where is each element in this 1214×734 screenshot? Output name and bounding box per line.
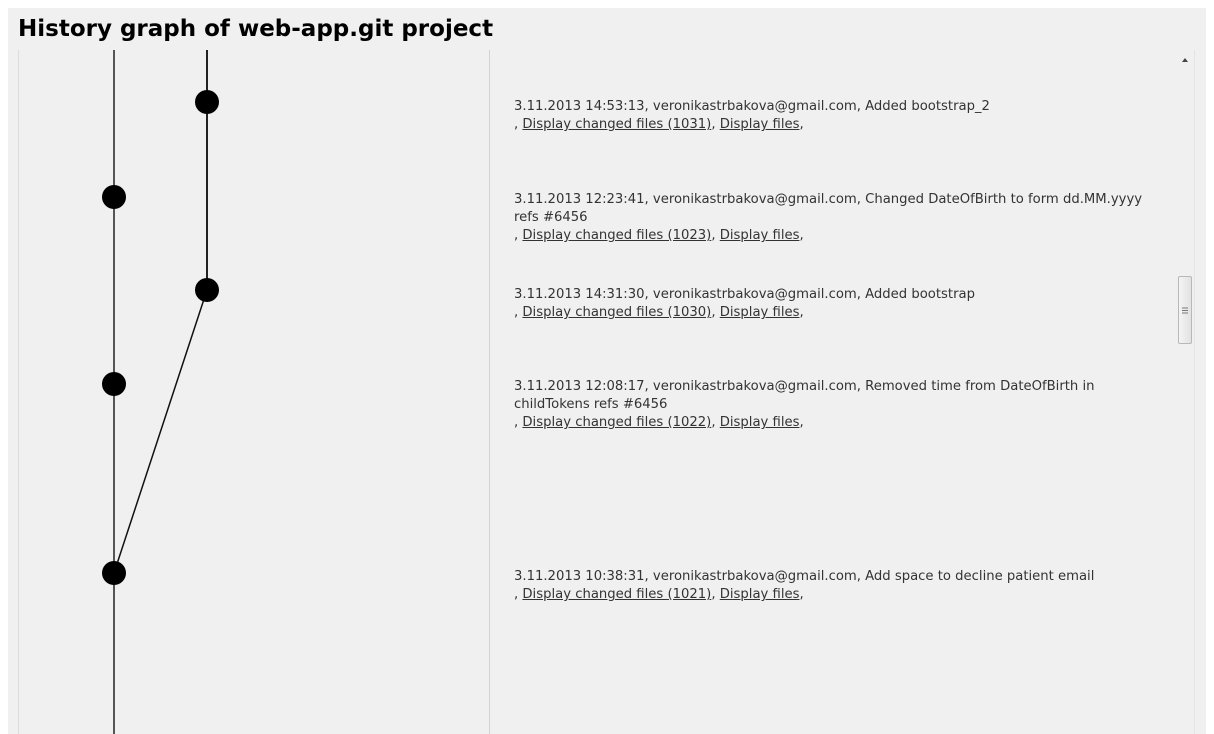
- separator: ,: [514, 415, 519, 430]
- commit-node[interactable]: [102, 561, 126, 585]
- commit-actions: , Display changed files (1030), Display …: [514, 304, 1154, 322]
- commit-node[interactable]: [102, 372, 126, 396]
- commit-info: 3.11.2013 14:31:30, veronikastrbakova@gm…: [514, 287, 975, 302]
- app-window: History graph of web-app.git project 3.1…: [0, 0, 1214, 734]
- separator: ,: [799, 228, 804, 243]
- separator: ,: [711, 415, 716, 430]
- display-changed-files-link[interactable]: Display changed files (1023): [522, 228, 711, 243]
- scroll-up-button[interactable]: [1176, 50, 1194, 70]
- commit-info: 3.11.2013 12:23:41, veronikastrbakova@gm…: [514, 192, 1143, 225]
- display-files-link[interactable]: Display files: [720, 415, 800, 430]
- page-title: History graph of web-app.git project: [18, 16, 494, 42]
- merge-line: [113, 289, 208, 574]
- commit-entry: 3.11.2013 14:31:30, veronikastrbakova@gm…: [514, 286, 1154, 322]
- commit-info: 3.11.2013 12:08:17, veronikastrbakova@gm…: [514, 379, 1095, 412]
- display-changed-files-link[interactable]: Display changed files (1030): [522, 305, 711, 320]
- separator: ,: [514, 305, 519, 320]
- separator: ,: [799, 415, 804, 430]
- separator: ,: [711, 228, 716, 243]
- commit-node[interactable]: [195, 278, 219, 302]
- commit-actions: , Display changed files (1023), Display …: [514, 227, 1154, 245]
- commit-list: 3.11.2013 14:53:13, veronikastrbakova@gm…: [490, 50, 1176, 734]
- commit-info: 3.11.2013 14:53:13, veronikastrbakova@gm…: [514, 99, 990, 114]
- commit-actions: , Display changed files (1031), Display …: [514, 116, 1154, 134]
- vertical-scrollbar[interactable]: [1176, 50, 1194, 734]
- history-graph-panel: [18, 50, 490, 734]
- display-files-link[interactable]: Display files: [720, 305, 800, 320]
- separator: ,: [799, 117, 804, 132]
- separator: ,: [711, 587, 716, 602]
- commit-entry: 3.11.2013 12:08:17, veronikastrbakova@gm…: [514, 378, 1154, 432]
- separator: ,: [711, 305, 716, 320]
- commit-entry: 3.11.2013 12:23:41, veronikastrbakova@gm…: [514, 191, 1154, 245]
- commit-actions: , Display changed files (1021), Display …: [514, 586, 1154, 604]
- history-graph: [102, 50, 219, 734]
- separator: ,: [514, 117, 519, 132]
- grip-icon: [1182, 307, 1188, 313]
- commit-entry: 3.11.2013 14:53:13, veronikastrbakova@gm…: [514, 98, 1154, 134]
- scrollbar-edge: [1194, 50, 1195, 734]
- display-files-link[interactable]: Display files: [720, 117, 800, 132]
- separator: ,: [711, 117, 716, 132]
- scroll-thumb[interactable]: [1178, 276, 1192, 344]
- commit-info: 3.11.2013 10:38:31, veronikastrbakova@gm…: [514, 569, 1095, 584]
- display-files-link[interactable]: Display files: [720, 228, 800, 243]
- commit-entry: 3.11.2013 10:38:31, veronikastrbakova@gm…: [514, 568, 1154, 604]
- separator: ,: [514, 228, 519, 243]
- display-changed-files-link[interactable]: Display changed files (1021): [522, 587, 711, 602]
- separator: ,: [514, 587, 519, 602]
- commit-node[interactable]: [195, 90, 219, 114]
- display-changed-files-link[interactable]: Display changed files (1022): [522, 415, 711, 430]
- separator: ,: [799, 587, 804, 602]
- chevron-up-icon: [1182, 58, 1188, 62]
- display-changed-files-link[interactable]: Display changed files (1031): [522, 117, 711, 132]
- separator: ,: [799, 305, 804, 320]
- display-files-link[interactable]: Display files: [720, 587, 800, 602]
- commit-node[interactable]: [102, 185, 126, 209]
- commit-actions: , Display changed files (1022), Display …: [514, 414, 1154, 432]
